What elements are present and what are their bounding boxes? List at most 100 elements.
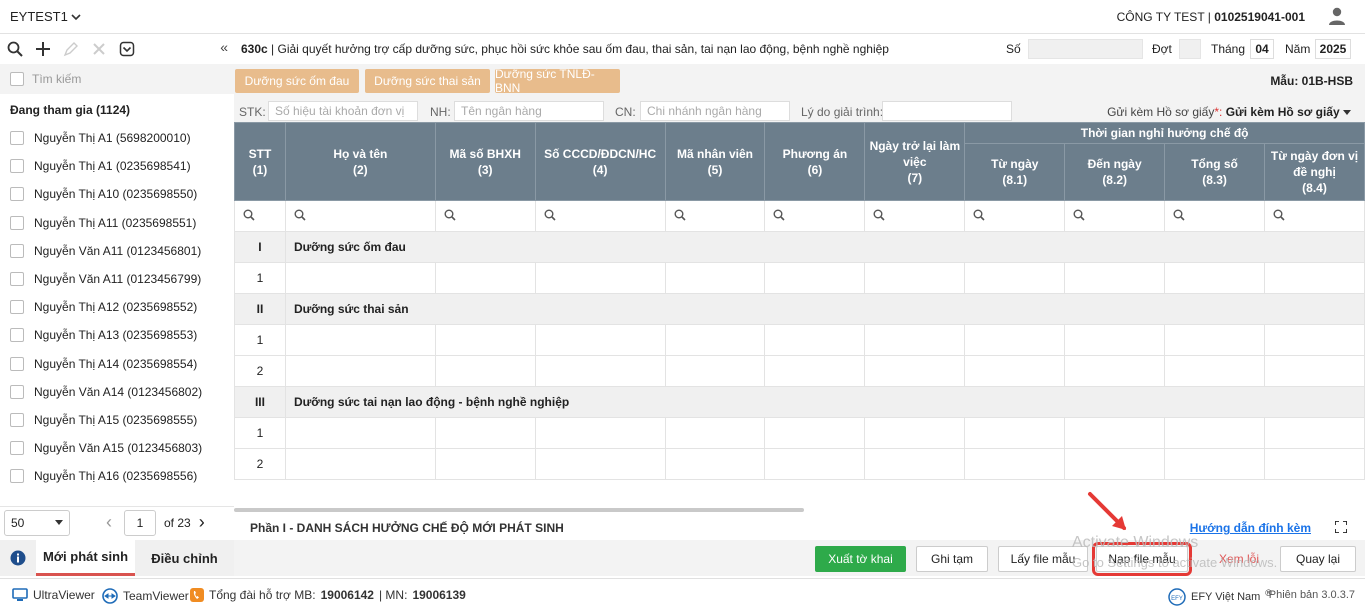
employee-item[interactable]: Nguyễn Thị A16 (0235698556) <box>0 462 234 484</box>
employee-search[interactable]: Tìm kiếm <box>0 64 234 94</box>
dot-input[interactable] <box>1179 39 1201 59</box>
select-all-icon[interactable] <box>116 38 138 60</box>
user-icon[interactable] <box>1327 6 1347 26</box>
column-filter[interactable] <box>764 200 866 232</box>
column-filter[interactable] <box>284 200 436 232</box>
nh-input[interactable]: Tên ngân hàng <box>454 101 604 121</box>
table-cell[interactable] <box>1264 262 1365 294</box>
so-input[interactable] <box>1028 39 1143 59</box>
thang-input[interactable]: 04 <box>1250 39 1274 59</box>
employee-checkbox[interactable] <box>10 300 24 315</box>
table-cell[interactable] <box>1164 448 1266 480</box>
table-cell[interactable] <box>964 262 1066 294</box>
table-cell[interactable] <box>764 417 866 449</box>
table-cell[interactable] <box>1064 448 1166 480</box>
table-cell[interactable] <box>764 355 866 387</box>
column-filter[interactable] <box>864 200 966 232</box>
add-icon[interactable] <box>32 38 54 60</box>
table-cell[interactable] <box>764 262 866 294</box>
table-cell[interactable] <box>664 355 766 387</box>
table-cell[interactable] <box>664 417 766 449</box>
page-number-input[interactable]: 1 <box>124 509 156 536</box>
employee-item[interactable]: Nguyễn Thị A1 (0235698541) <box>0 152 234 180</box>
employee-item[interactable]: Nguyễn Văn A11 (0123456801) <box>0 237 234 265</box>
info-icon[interactable] <box>0 540 36 576</box>
table-cell[interactable] <box>1164 417 1266 449</box>
table-cell[interactable] <box>434 417 536 449</box>
table-row[interactable]: 1 <box>234 262 1365 294</box>
cn-input[interactable]: Chi nhánh ngân hàng <box>640 101 790 121</box>
employee-checkbox[interactable] <box>10 412 24 427</box>
table-cell[interactable] <box>864 448 966 480</box>
table-row[interactable]: 1 <box>234 417 1365 449</box>
table-cell[interactable] <box>664 324 766 356</box>
employee-checkbox[interactable] <box>10 215 24 230</box>
column-filter[interactable] <box>1064 200 1166 232</box>
employee-item[interactable]: Nguyễn Văn A15 (0123456803) <box>0 434 234 462</box>
edit-icon[interactable] <box>60 38 82 60</box>
employee-checkbox[interactable] <box>10 356 24 371</box>
table-row[interactable]: 2 <box>234 355 1365 387</box>
tag-button-tnld-bnn[interactable]: Dưỡng sức TNLĐ-BNN <box>495 67 620 95</box>
teamviewer-link[interactable]: TeamViewer <box>102 588 189 604</box>
employee-checkbox[interactable] <box>10 159 24 174</box>
next-page-icon[interactable]: › <box>199 512 205 533</box>
column-filter[interactable] <box>1164 200 1266 232</box>
fullscreen-icon[interactable] <box>1335 521 1347 533</box>
column-filter[interactable] <box>664 200 766 232</box>
tab-adjust[interactable]: Điều chỉnh <box>135 540 234 576</box>
table-cell[interactable] <box>864 417 966 449</box>
employee-item[interactable]: Nguyễn Thị A14 (0235698554) <box>0 350 234 378</box>
quay-lai-button[interactable]: Quay lại <box>1280 546 1356 572</box>
column-filter[interactable] <box>434 200 536 232</box>
employee-item[interactable]: Nguyễn Thị A15 (0235698555) <box>0 406 234 434</box>
table-cell[interactable] <box>434 355 536 387</box>
employee-checkbox[interactable] <box>10 328 24 343</box>
tag-button-om-dau[interactable]: Dưỡng sức ốm đau <box>235 69 359 93</box>
employee-checkbox[interactable] <box>10 441 24 456</box>
table-cell[interactable] <box>284 417 436 449</box>
employee-checkbox[interactable] <box>10 469 24 484</box>
page-size-select[interactable]: 50 <box>4 509 70 536</box>
column-filter[interactable] <box>234 200 286 232</box>
lydo-input[interactable] <box>882 101 1012 121</box>
column-filter[interactable] <box>534 200 666 232</box>
table-cell[interactable] <box>1264 448 1365 480</box>
table-cell[interactable] <box>1064 355 1166 387</box>
employee-checkbox[interactable] <box>10 272 24 287</box>
table-row[interactable]: 1 <box>234 324 1365 356</box>
table-cell[interactable] <box>284 355 436 387</box>
table-cell[interactable] <box>1264 417 1365 449</box>
search-icon[interactable] <box>4 38 26 60</box>
tag-button-thai-san[interactable]: Dưỡng sức thai sản <box>365 69 490 93</box>
nam-input[interactable]: 2025 <box>1315 39 1351 59</box>
employee-checkbox[interactable] <box>10 384 24 399</box>
column-filter[interactable] <box>964 200 1066 232</box>
table-row[interactable]: 2 <box>234 448 1365 480</box>
table-cell[interactable] <box>864 262 966 294</box>
table-cell[interactable] <box>1064 417 1166 449</box>
table-cell[interactable] <box>764 324 866 356</box>
select-all-checkbox[interactable] <box>10 72 24 86</box>
app-switcher[interactable]: EYTEST1 <box>10 9 81 24</box>
table-cell[interactable] <box>1164 355 1266 387</box>
table-cell[interactable] <box>284 448 436 480</box>
column-filter[interactable] <box>1264 200 1365 232</box>
table-cell[interactable] <box>534 324 666 356</box>
employee-item[interactable]: Nguyễn Thị A1 (5698200010) <box>0 124 234 152</box>
table-cell[interactable] <box>1064 262 1166 294</box>
tab-new[interactable]: Mới phát sinh <box>36 540 135 576</box>
table-cell[interactable] <box>284 262 436 294</box>
xuat-to-khai-button[interactable]: Xuất tờ khai <box>815 546 906 572</box>
gui-kem-select[interactable]: Gửi kèm Hồ sơ giấy*: Gửi kèm Hồ sơ giấy <box>1107 105 1351 119</box>
table-cell[interactable] <box>864 324 966 356</box>
employee-checkbox[interactable] <box>10 243 24 258</box>
table-cell[interactable] <box>1264 324 1365 356</box>
collapse-panel-icon[interactable]: « <box>220 39 228 55</box>
employee-item[interactable]: Nguyễn Thị A13 (0235698553) <box>0 321 234 349</box>
employee-item[interactable]: Nguyễn Văn A14 (0123456802) <box>0 378 234 406</box>
employee-checkbox[interactable] <box>10 131 24 146</box>
employee-checkbox[interactable] <box>10 187 24 202</box>
table-cell[interactable] <box>434 448 536 480</box>
table-cell[interactable] <box>764 448 866 480</box>
